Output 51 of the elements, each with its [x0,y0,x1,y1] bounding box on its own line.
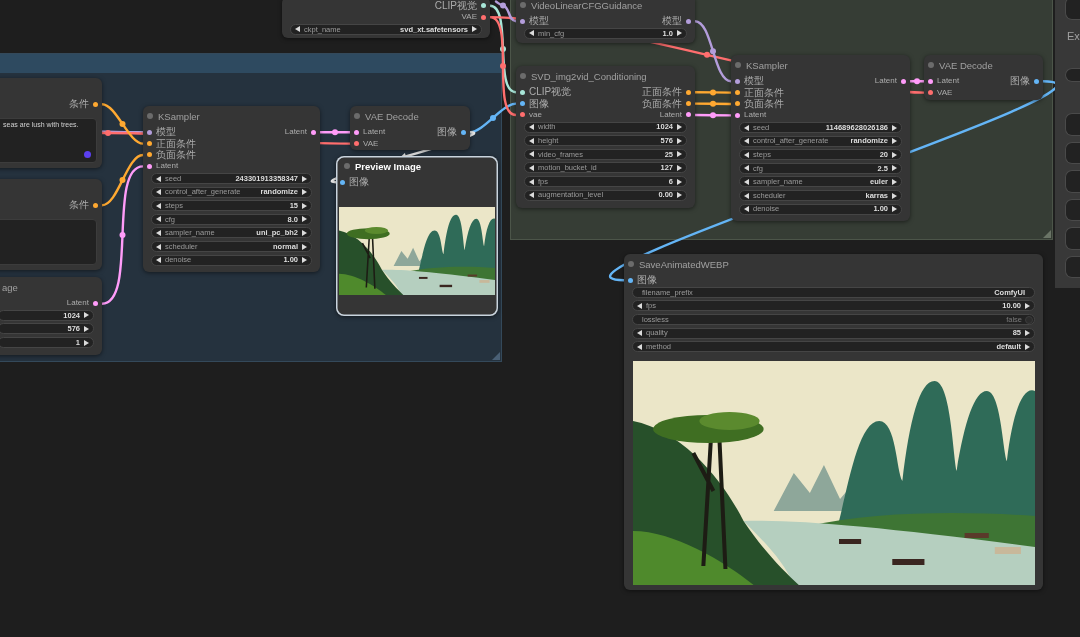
port-label: Latent [937,77,960,86]
port-label: 正面条件 [156,138,196,149]
port-label: 模型 [744,76,764,87]
panel-heading: Ex [1067,31,1080,42]
port-label: Latent [363,128,386,137]
port-label: 模型 [662,16,682,27]
port-label: VAE [937,88,953,97]
left-triangle-icon[interactable] [295,26,300,33]
node-title: VAE Decode [365,111,419,121]
right-triangle-icon[interactable] [472,26,477,33]
port-label: Latent [66,299,89,308]
right-triangle-icon[interactable] [1025,303,1030,309]
text-area-field[interactable] [0,218,97,265]
left-triangle-icon[interactable] [637,303,642,309]
port-label: Latent [744,111,767,120]
right-triangle-icon[interactable] [84,326,89,332]
node-title: VideoLinearCFGGuidance [531,0,643,10]
right-triangle-icon[interactable] [677,30,682,37]
port-label: 条件 [69,200,89,211]
node-title: VAE Decode [939,60,993,70]
node-title: SaveAnimatedWEBP [639,259,729,269]
port-label: 图像 [529,98,549,109]
port-label: 负面条件 [744,98,784,109]
left-triangle-icon[interactable] [529,30,534,37]
port-label: Latent [284,128,307,137]
port-label: Latent [659,110,682,119]
node-title: age [2,282,18,292]
port-label: 图像 [437,127,457,138]
node-title: KSampler [746,60,788,70]
port-label: 图像 [1010,76,1030,87]
number-input-field[interactable] [1065,68,1080,82]
port-label: 负面条件 [642,98,682,109]
port-label: VAE [363,139,379,148]
port-label: 条件 [69,99,89,110]
toggle-knob-icon[interactable] [1025,315,1033,324]
port-label: 正面条件 [642,87,682,98]
node-title: KSampler [158,111,200,121]
port-label: vae [529,110,542,119]
port-label: 模型 [529,16,549,27]
port-label: 图像 [637,275,657,286]
port-label: 模型 [156,127,176,138]
node-title: Preview Image [355,161,421,171]
port-label: 图像 [349,177,369,188]
port-label: 正面条件 [744,87,784,98]
port-label: 负面条件 [156,149,196,160]
port-label: Latent [156,162,179,171]
port-label: Latent [874,77,897,86]
port-label: CLIP视觉 [529,87,572,98]
node-title: SVD_img2vid_Conditioning [531,71,647,81]
port-label: CLIP视觉 [434,0,477,11]
port-label: VAE [461,13,477,22]
